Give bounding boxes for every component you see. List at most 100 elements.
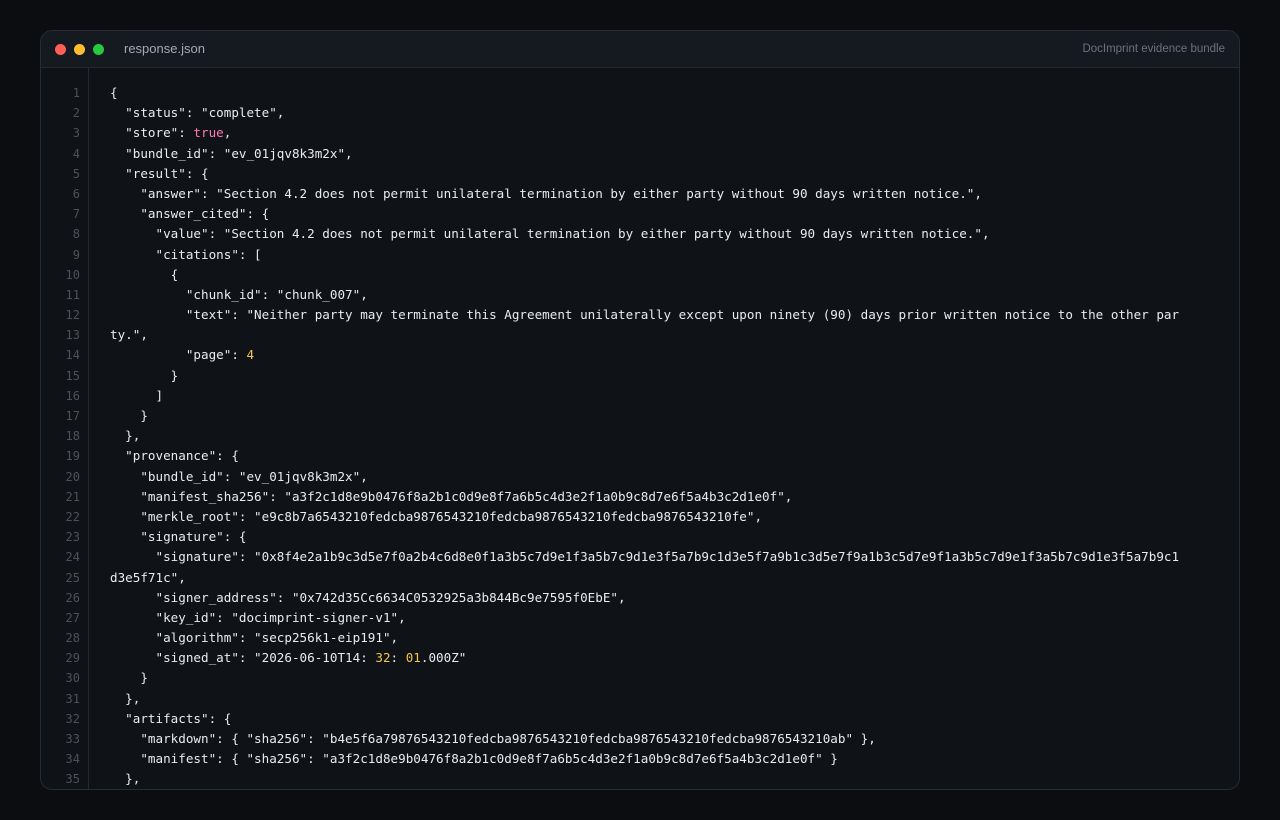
code-line: ] — [110, 386, 1225, 406]
code-line: "provenance": { — [110, 446, 1225, 466]
code-token: "markdown": { "sha256": "b4e5f6a79876543… — [110, 731, 876, 746]
code-token: "algorithm": "secp256k1-eip191", — [110, 630, 399, 646]
code-line: "citations": [ — [110, 245, 1225, 265]
line-number: 35 — [65, 772, 80, 787]
code-token: "manifest": { "sha256": "a3f2c1d8e9b0476… — [110, 751, 838, 767]
code-line: }, — [110, 689, 1225, 709]
line-number: 17 — [65, 409, 80, 423]
code-token: "bundle_id": "ev_01jqv8k3m2x", — [110, 468, 368, 484]
line-number: 8 — [72, 227, 80, 242]
code-line: } — [110, 668, 1225, 688]
code-line: "artifacts": { — [110, 709, 1225, 729]
line-number: 5 — [72, 166, 80, 181]
code-line: "answer": "Section 4.2 does not permit u… — [110, 184, 1225, 204]
line-number: 27 — [65, 610, 80, 625]
code-line: "key_id": "docimprint-signer-v1", — [110, 608, 1225, 628]
code-line: { — [110, 83, 1225, 103]
code-line: "merkle_root": "e9c8b7a6543210fedcba9876… — [110, 507, 1225, 527]
code-token: .000Z" — [420, 650, 467, 666]
code-token: "manifest_sha256": "a3f2c1d8e9b0476f8a2b… — [110, 488, 793, 504]
code-token: "signature": "0x8f4e2a1b9c3d5e7f0a2b4c6d… — [110, 549, 1180, 565]
code-line: "bundle_id": "ev_01jqv8k3m2x", — [110, 144, 1225, 164]
boolean-token: true — [193, 125, 224, 141]
minimize-window-icon[interactable] — [74, 44, 85, 55]
line-number: 10 — [65, 267, 80, 282]
code-token: "text": "Neither party may terminate thi… — [110, 307, 1180, 323]
code-token: ] — [110, 387, 164, 403]
code-token: { — [110, 85, 118, 100]
line-number: 32 — [65, 711, 80, 726]
code-token: "key_id": "docimprint-signer-v1", — [110, 609, 406, 625]
code-line: "signed_at": "2026-06-10T14: 32: 01.000Z… — [110, 648, 1225, 668]
line-number: 16 — [65, 388, 80, 403]
code-token: }, — [110, 690, 141, 706]
line-number: 7 — [72, 207, 80, 222]
line-number: 22 — [65, 509, 80, 524]
code-token: }, — [110, 428, 141, 444]
code-window: response.json DocImprint evidence bundle… — [40, 30, 1240, 790]
line-number: 6 — [72, 186, 80, 201]
line-number: 34 — [65, 752, 80, 767]
bundle-label: DocImprint evidence bundle — [1082, 43, 1225, 55]
line-number: 23 — [65, 530, 80, 545]
code-content[interactable]: { "status": "complete", "store": true, "… — [110, 83, 1225, 789]
code-line: "chunk_id": "chunk_007", — [110, 285, 1225, 305]
code-line: "text": "Neither party may terminate thi… — [110, 305, 1225, 325]
code-token: , — [223, 125, 232, 141]
code-line: d3e5f71c", — [110, 568, 1225, 588]
line-number: 31 — [65, 691, 80, 706]
code-token: "citations": [ — [110, 246, 262, 262]
code-line: "manifest_sha256": "a3f2c1d8e9b0476f8a2b… — [110, 487, 1225, 507]
code-token: "bundle_id": "ev_01jqv8k3m2x", — [110, 145, 353, 161]
code-line: "result": { — [110, 164, 1225, 184]
line-number: 21 — [65, 489, 80, 504]
code-line: } — [110, 406, 1225, 426]
code-line: } — [110, 366, 1225, 386]
code-token: "provenance": { — [110, 448, 239, 464]
line-number: 28 — [65, 631, 80, 646]
file-name: response.json — [124, 41, 205, 56]
number-token: 4 — [246, 347, 255, 363]
line-numbers: 1 2 3 4 5 6 7 8 9 10 11 12 13 14 15 16 17 18 19 20 21 22 23 24 2… — [65, 83, 80, 789]
code-line: "value": "Section 4.2 does not permit un… — [110, 224, 1225, 244]
code-line: ty.", — [110, 325, 1225, 345]
code-token: "signer_address": "0x742d35Cc6634C053292… — [110, 589, 626, 605]
code-token: "answer_cited": { — [110, 206, 270, 222]
line-number: 33 — [65, 732, 80, 746]
close-window-icon[interactable] — [55, 44, 66, 55]
code-line: { — [110, 265, 1225, 285]
code-line: "signature": { — [110, 527, 1225, 547]
code-line: "page": 4 — [110, 345, 1225, 365]
line-number: 30 — [65, 671, 80, 686]
code-token: } — [110, 367, 179, 383]
code-line: "markdown": { "sha256": "b4e5f6a79876543… — [110, 729, 1225, 749]
number-token: 32 — [375, 650, 391, 666]
line-number: 24 — [65, 550, 80, 565]
code-line: "manifest": { "sha256": "a3f2c1d8e9b0476… — [110, 749, 1225, 769]
line-number-gutter: 1 2 3 4 5 6 7 8 9 10 11 12 13 14 15 16 17 18 19 20 21 22 23 24 2… — [41, 68, 89, 789]
line-number: 13 — [65, 328, 80, 343]
line-number: 26 — [65, 590, 80, 605]
line-number: 3 — [72, 126, 80, 141]
code-token: d3e5f71c", — [110, 569, 186, 585]
line-number: 12 — [65, 308, 80, 323]
line-number: 29 — [65, 651, 80, 666]
code-token: "signed_at": "2026-06-10T14: — [110, 650, 376, 666]
code-token: { — [110, 266, 179, 282]
code-token: "merkle_root": "e9c8b7a6543210fedcba9876… — [110, 508, 763, 524]
code-token: "artifacts": { — [110, 710, 232, 726]
line-number: 14 — [65, 348, 80, 363]
code-line: "bundle_id": "ev_01jqv8k3m2x", — [110, 467, 1225, 487]
code-token: "page": — [110, 347, 247, 363]
code-editor[interactable]: 1 2 3 4 5 6 7 8 9 10 11 12 13 14 15 16 17 18 19 20 21 22 23 24 2… — [41, 68, 1239, 789]
line-number: 1 — [72, 86, 80, 100]
code-line: "signature": "0x8f4e2a1b9c3d5e7f0a2b4c6d… — [110, 547, 1225, 567]
code-token: : — [390, 650, 406, 666]
code-token: ty.", — [110, 327, 148, 343]
line-number: 2 — [72, 106, 80, 121]
code-line: "answer_cited": { — [110, 204, 1225, 224]
maximize-window-icon[interactable] — [93, 44, 104, 55]
code-token: } — [110, 408, 148, 423]
code-token: }, — [110, 771, 141, 787]
code-token: "answer": "Section 4.2 does not permit u… — [110, 185, 982, 201]
